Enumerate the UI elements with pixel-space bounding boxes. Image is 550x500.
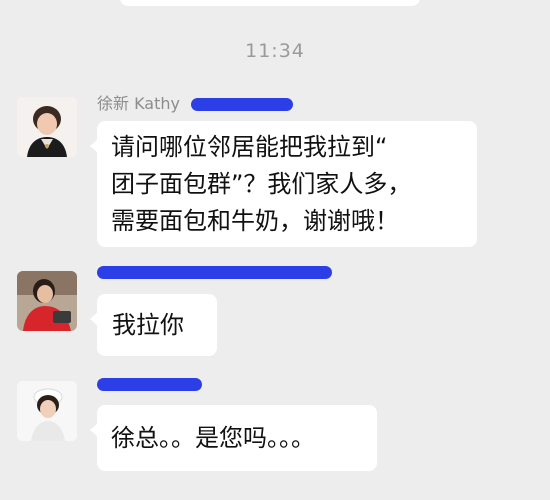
sender-name-text: 徐新 Kathy: [97, 94, 180, 113]
message-text: 请问哪位邻居能把我拉到“ 团子面包群”？我们家人多， 需要面包和牛奶，谢谢哦！: [111, 133, 412, 235]
message-bubble[interactable]: 请问哪位邻居能把我拉到“ 团子面包群”？我们家人多， 需要面包和牛奶，谢谢哦！: [90, 121, 477, 247]
sender-avatar[interactable]: [17, 381, 77, 441]
redaction-marker: [97, 378, 202, 391]
profile-photo-icon: [17, 381, 77, 441]
previous-message-bubble[interactable]: [120, 0, 420, 6]
message-bubble[interactable]: 我拉你: [90, 294, 217, 356]
message-timestamp: 11:34: [245, 40, 305, 62]
sender-name: [97, 374, 202, 393]
message-text: 我拉你: [112, 311, 184, 339]
sender-avatar[interactable]: [17, 271, 77, 331]
profile-photo-icon: [17, 271, 77, 331]
sender-name: [97, 262, 332, 281]
message-bubble[interactable]: 徐总。。是您吗。。。: [90, 405, 377, 471]
message-text: 徐总。。是您吗。。。: [111, 424, 315, 452]
sender-avatar[interactable]: [17, 97, 77, 157]
redaction-marker: [191, 98, 294, 111]
profile-photo-icon: [17, 97, 77, 157]
chat-screen: 11:34 徐新 Kathy 请问哪位邻居能把我拉到“ 团子面包群”？我们家人多…: [0, 0, 550, 500]
sender-name: 徐新 Kathy: [97, 90, 294, 114]
redaction-marker: [97, 266, 332, 279]
